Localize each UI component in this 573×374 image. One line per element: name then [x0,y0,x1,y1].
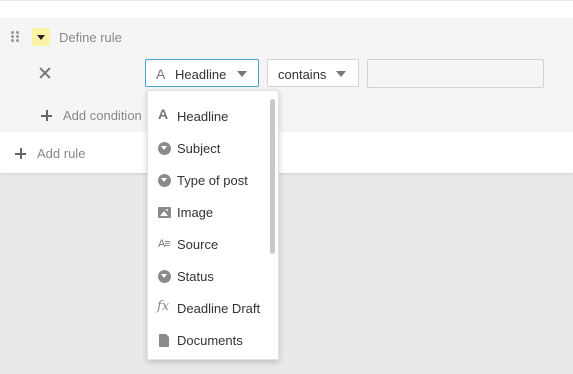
drag-handle-icon[interactable] [9,30,21,44]
document-icon [159,334,169,347]
dropdown-item-status[interactable]: Status [148,260,270,292]
panel-divider [0,0,573,1]
caret-down-icon [37,35,45,40]
dropdown-item-deadline-draft[interactable]: fx Deadline Draft [148,292,270,324]
chevron-down-icon [336,71,346,77]
dropdown-item-label: Headline [177,109,229,124]
dropdown-item-label: Documents [177,333,243,348]
dropdown-item-image[interactable]: Image [148,196,270,228]
dropdown-item-label: Deadline Draft [177,301,261,316]
formula-icon: fx [157,299,170,314]
remove-condition-close-icon[interactable] [38,66,52,80]
field-select[interactable]: A Headline [145,59,259,87]
dropdown-item-documents[interactable]: Documents [148,324,270,356]
field-dropdown-menu: A Headline Subject Type of post Image A≡… [147,90,279,360]
single-select-icon [158,270,171,283]
dropdown-item-type-of-post[interactable]: Type of post [148,164,270,196]
dropdown-item-label: Status [177,269,214,284]
add-condition-button[interactable]: Add condition [63,108,142,123]
single-select-icon [158,174,171,187]
add-condition-plus-icon[interactable] [41,110,52,121]
dropdown-item-headline[interactable]: A Headline [148,100,270,132]
operator-select[interactable]: contains [267,59,359,87]
dropdown-item-label: Image [177,205,214,220]
chevron-down-icon [237,71,247,77]
dropdown-item-label: Type of post [177,173,248,188]
image-icon [158,207,171,218]
dropdown-scrollbar[interactable] [270,99,275,254]
rule-title: Define rule [59,30,122,45]
condition-value-input[interactable] [367,59,544,88]
filter-panel: Define rule A Headline contains Add cond… [0,0,573,173]
add-rule-button[interactable]: Add rule [37,146,85,161]
dropdown-item-label: Source [177,237,219,252]
text-field-icon: A [156,66,166,82]
field-select-value: Headline [175,67,227,82]
dropdown-item-label: Subject [177,141,221,156]
text-icon: A [158,106,169,122]
dropdown-item-subject[interactable]: Subject [148,132,270,164]
operator-select-value: contains [278,67,327,82]
dropdown-item-source[interactable]: A≡ Source [148,228,270,260]
add-rule-plus-icon[interactable] [15,148,26,159]
collapse-toggle-button[interactable] [32,28,50,46]
long-text-icon: A≡ [158,238,171,250]
single-select-icon [158,142,171,155]
